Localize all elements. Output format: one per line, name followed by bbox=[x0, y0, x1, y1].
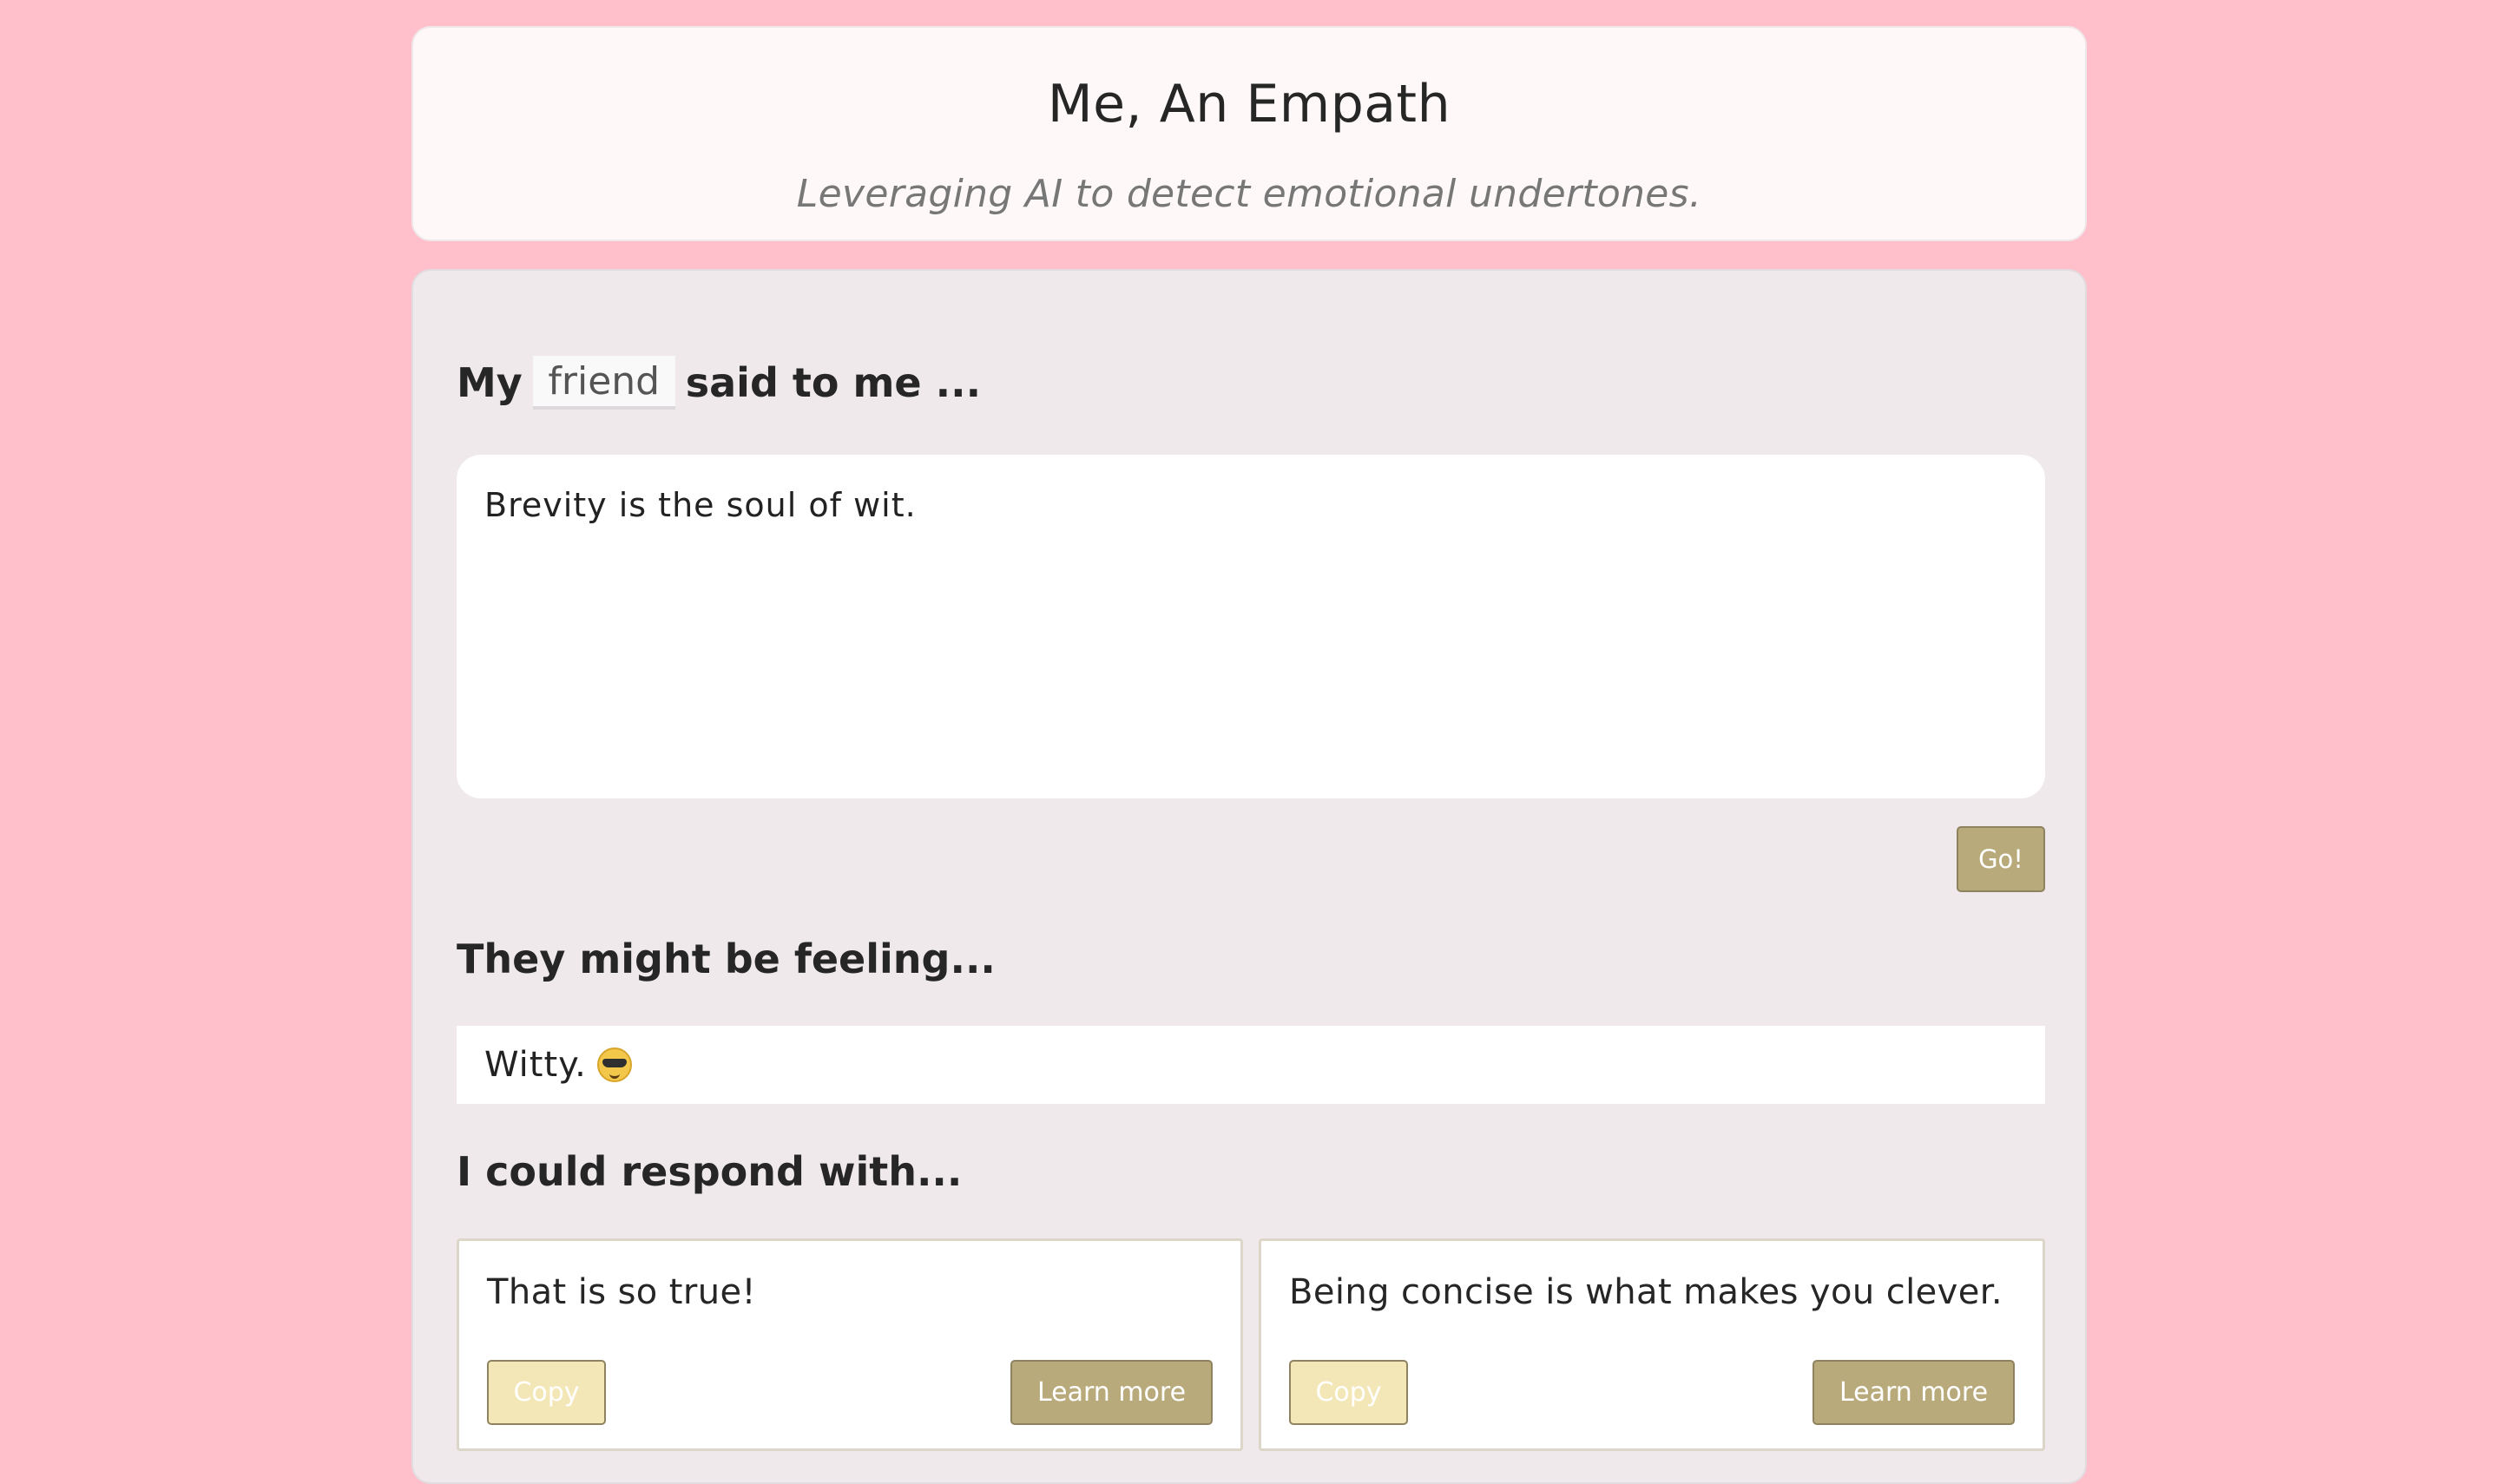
sunglasses-emoji-icon bbox=[596, 1047, 632, 1082]
learn-more-button[interactable]: Learn more bbox=[1010, 1360, 1213, 1425]
app-subtitle: Leveraging AI to detect emotional undert… bbox=[796, 172, 1702, 216]
copy-button[interactable]: Copy bbox=[1289, 1360, 1408, 1425]
empath-form-panel: My said to me ... Brevity is the soul of… bbox=[411, 269, 2087, 1484]
speaker-prompt-suffix: said to me ... bbox=[685, 359, 982, 406]
speaker-prompt-prefix: My bbox=[457, 359, 523, 406]
empath-page: { "app": { "title": "Me, An Empath", "su… bbox=[0, 0, 2500, 1484]
feeling-heading: They might be feeling... bbox=[457, 936, 996, 982]
response-text: Being concise is what makes you clever. bbox=[1289, 1272, 2003, 1312]
feeling-result: Witty. bbox=[457, 1026, 2045, 1104]
feeling-text: Witty. bbox=[484, 1045, 587, 1085]
app-header: Me, An Empath Leveraging AI to detect em… bbox=[411, 26, 2087, 241]
speaker-prompt: My said to me ... bbox=[457, 354, 981, 411]
message-input[interactable]: Brevity is the soul of wit. bbox=[457, 455, 2045, 798]
learn-more-button[interactable]: Learn more bbox=[1812, 1360, 2015, 1425]
response-card: Being concise is what makes you clever. … bbox=[1259, 1238, 2045, 1451]
copy-button[interactable]: Copy bbox=[487, 1360, 606, 1425]
response-options: That is so true! Copy Learn more Being c… bbox=[457, 1238, 2045, 1451]
app-title: Me, An Empath bbox=[1047, 74, 1451, 135]
response-text: That is so true! bbox=[487, 1272, 756, 1312]
response-card: That is so true! Copy Learn more bbox=[457, 1238, 1243, 1451]
go-button[interactable]: Go! bbox=[1957, 826, 2045, 892]
relation-input[interactable] bbox=[532, 356, 675, 410]
response-heading: I could respond with... bbox=[457, 1148, 963, 1195]
